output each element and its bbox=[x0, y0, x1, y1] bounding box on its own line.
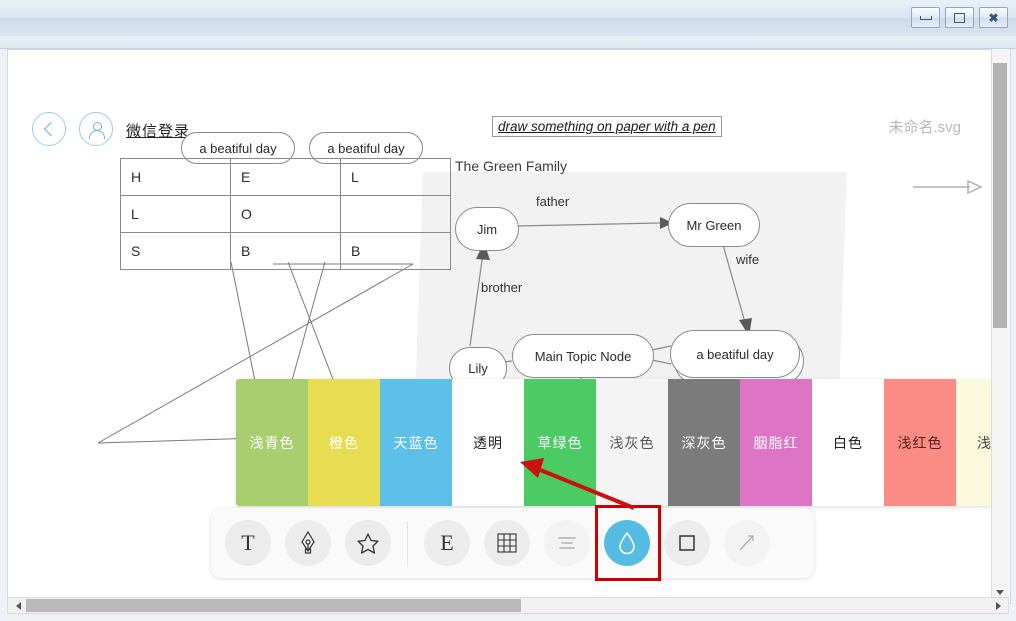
horizontal-scroll-thumb[interactable] bbox=[26, 599, 521, 612]
letter-table[interactable]: H E L L O S B B bbox=[120, 158, 451, 270]
table-row[interactable]: H E L bbox=[120, 158, 451, 196]
minimize-button[interactable] bbox=[911, 7, 940, 28]
fill-color-tool-button[interactable] bbox=[604, 520, 650, 566]
table-cell[interactable]: O bbox=[230, 195, 341, 233]
color-swatch-1[interactable]: 橙色 bbox=[308, 379, 380, 506]
maximize-icon bbox=[954, 12, 965, 23]
swatch-label: 深灰色 bbox=[681, 434, 727, 451]
grid-icon bbox=[497, 533, 517, 553]
text-icon: T bbox=[241, 530, 255, 555]
scroll-left-button[interactable] bbox=[12, 601, 24, 611]
file-name-label: 未命名.svg bbox=[888, 119, 961, 136]
app-body: 微信登录 未命名.svg a beatiful day a beatiful d… bbox=[7, 49, 1011, 604]
edge-label-father: father bbox=[536, 194, 570, 209]
window-controls: ✖ bbox=[911, 7, 1008, 28]
scroll-right-button[interactable] bbox=[992, 601, 1004, 611]
swatch-label: 白色 bbox=[833, 434, 863, 451]
minimize-icon bbox=[919, 15, 932, 20]
swatch-label: 胭脂红 bbox=[753, 434, 799, 451]
color-swatch-3[interactable]: 透明 bbox=[452, 379, 524, 506]
drawing-canvas[interactable]: 微信登录 未命名.svg a beatiful day a beatiful d… bbox=[8, 50, 993, 586]
align-tool-button[interactable] bbox=[544, 520, 590, 566]
table-cell[interactable]: S bbox=[120, 232, 231, 270]
color-swatch-4[interactable]: 草绿色 bbox=[524, 379, 596, 506]
back-button[interactable] bbox=[32, 112, 66, 146]
close-icon: ✖ bbox=[988, 10, 999, 25]
diagram-node-main-topic[interactable]: Main Topic Node bbox=[512, 334, 654, 378]
edge-label-brother: brother bbox=[481, 280, 523, 295]
table-row[interactable]: S B B bbox=[120, 232, 451, 270]
avatar[interactable] bbox=[79, 112, 113, 146]
chevron-down-icon bbox=[996, 590, 1004, 595]
table-cell[interactable]: L bbox=[340, 158, 451, 196]
arrow-line-icon bbox=[739, 535, 754, 551]
table-cell[interactable]: B bbox=[230, 232, 341, 270]
table-cell[interactable] bbox=[340, 195, 451, 233]
color-swatch-9[interactable]: 浅红色 bbox=[884, 379, 956, 506]
water-drop-icon bbox=[619, 531, 635, 555]
toolbar-divider bbox=[407, 521, 408, 565]
vertical-scrollbar[interactable] bbox=[991, 49, 1009, 602]
chevron-left-icon bbox=[15, 602, 21, 610]
scroll-up-button[interactable] bbox=[992, 49, 1009, 63]
diagram-node-beautiful-day[interactable]: a beatiful day bbox=[670, 330, 800, 378]
color-swatch-0[interactable]: 浅青色 bbox=[236, 379, 308, 506]
table-row[interactable]: L O bbox=[120, 195, 451, 233]
table-cell[interactable]: B bbox=[340, 232, 451, 270]
diagram-node-jim[interactable]: Jim bbox=[455, 207, 519, 251]
swatch-label: 浅红色 bbox=[897, 434, 943, 451]
window-subbar bbox=[0, 36, 1016, 49]
close-button[interactable]: ✖ bbox=[979, 7, 1008, 28]
color-swatch-7[interactable]: 胭脂红 bbox=[740, 379, 812, 506]
maximize-button[interactable] bbox=[945, 7, 974, 28]
application-window: ✖ 微信登录 未命名.svg a beatiful day a beatiful… bbox=[0, 0, 1016, 621]
diagram-node-mr-green[interactable]: Mr Green bbox=[668, 203, 760, 247]
table-cell[interactable]: E bbox=[230, 158, 341, 196]
star-icon bbox=[357, 533, 379, 554]
color-palette[interactable]: 浅青色 橙色 天蓝色 透明 草绿色 浅灰色 深灰色 胭脂红 白色 浅红色 浅米 bbox=[236, 379, 993, 506]
horizontal-scrollbar[interactable] bbox=[7, 597, 1009, 614]
vertical-scroll-thumb[interactable] bbox=[993, 50, 1007, 328]
table-cell[interactable]: L bbox=[120, 195, 231, 233]
wechat-login-link[interactable]: 微信登录 bbox=[126, 120, 190, 141]
diagram-title: The Green Family bbox=[455, 158, 568, 174]
table-tool-button[interactable] bbox=[484, 520, 530, 566]
user-icon bbox=[88, 121, 105, 139]
line-tool-button[interactable] bbox=[724, 520, 770, 566]
element-tool-button[interactable]: E bbox=[424, 520, 470, 566]
swatch-label: 浅灰色 bbox=[609, 434, 655, 451]
element-icon: E bbox=[440, 530, 454, 555]
text-tool-button[interactable]: T bbox=[225, 520, 271, 566]
swatch-label: 浅青色 bbox=[249, 434, 295, 451]
chevron-right-icon bbox=[995, 602, 1001, 610]
color-swatch-5[interactable]: 浅灰色 bbox=[596, 379, 668, 506]
table-body: H E L L O S B B bbox=[120, 158, 451, 270]
edge-label-wife: wife bbox=[736, 252, 760, 267]
table-cell[interactable]: H bbox=[120, 158, 231, 196]
color-swatch-8[interactable]: 白色 bbox=[812, 379, 884, 506]
right-arrow-shape bbox=[913, 179, 983, 195]
swatch-label: 天蓝色 bbox=[393, 434, 439, 451]
rectangle-tool-button[interactable] bbox=[664, 520, 710, 566]
align-icon bbox=[558, 537, 576, 549]
color-swatch-2[interactable]: 天蓝色 bbox=[380, 379, 452, 506]
square-icon bbox=[679, 535, 695, 551]
swatch-label: 草绿色 bbox=[537, 434, 583, 451]
color-swatch-10[interactable]: 浅米 bbox=[956, 379, 993, 506]
shape-tool-button[interactable] bbox=[345, 520, 391, 566]
note-text-box[interactable]: draw something on paper with a pen bbox=[492, 116, 722, 137]
tool-palette[interactable]: T E bbox=[211, 508, 814, 578]
window-titlebar: ✖ bbox=[0, 0, 1016, 37]
pen-tool-button[interactable] bbox=[285, 520, 331, 566]
color-swatch-6[interactable]: 深灰色 bbox=[668, 379, 740, 506]
swatch-label: 透明 bbox=[473, 434, 503, 451]
swatch-label: 橙色 bbox=[329, 434, 359, 451]
chevron-left-icon bbox=[43, 121, 58, 137]
pen-nib-icon bbox=[301, 531, 315, 554]
